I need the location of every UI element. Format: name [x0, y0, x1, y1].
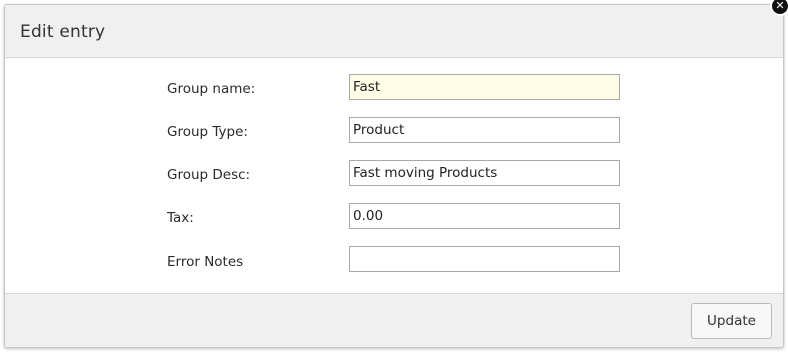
error-notes-input[interactable]: [349, 246, 620, 272]
group-desc-input[interactable]: [349, 160, 620, 186]
error-notes-label: Error Notes: [167, 254, 244, 270]
group-desc-label: Group Desc:: [167, 167, 251, 183]
dialog-header: Edit entry: [5, 5, 783, 58]
group-type-label: Group Type:: [167, 124, 248, 140]
dialog-title: Edit entry: [20, 22, 106, 42]
tax-input[interactable]: [349, 203, 620, 229]
tax-label: Tax:: [167, 210, 194, 226]
dialog-footer: Update: [5, 293, 783, 347]
group-type-input[interactable]: [349, 117, 620, 143]
update-button[interactable]: Update: [691, 303, 772, 339]
group-name-label: Group name:: [167, 81, 256, 97]
close-icon[interactable]: ✕: [770, 0, 788, 16]
group-name-input[interactable]: [349, 74, 620, 100]
edit-entry-dialog: Edit entry Group name: Group Type: Group…: [4, 4, 784, 348]
